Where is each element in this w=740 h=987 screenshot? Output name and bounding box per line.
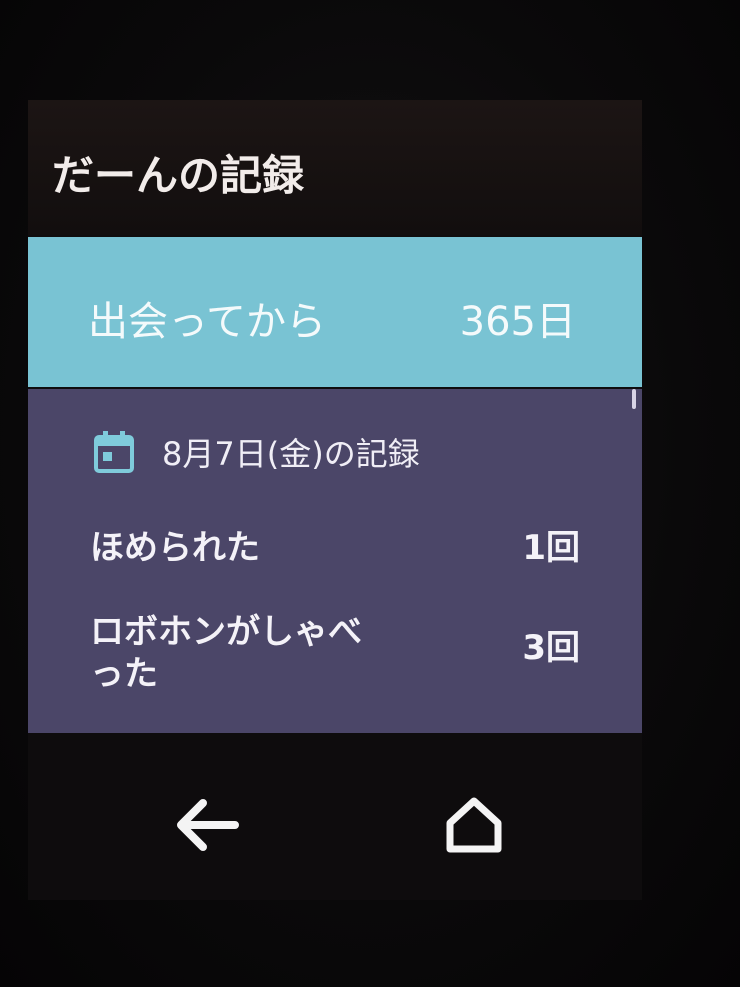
record-item-label: ロボホンがしゃべった xyxy=(90,612,362,694)
home-button[interactable] xyxy=(434,785,514,865)
days-since-meeting-card[interactable]: 出会ってから 365日 xyxy=(28,237,642,387)
navigation-bar xyxy=(28,733,642,900)
device-frame: だーんの記録 出会ってから 365日 8月7日(金)の記録 ほめられた 1回 ロ… xyxy=(0,0,740,987)
record-item-count: 3回 xyxy=(522,628,580,668)
record-item-count: 1回 xyxy=(522,528,580,568)
record-item-label: ほめられた xyxy=(90,528,260,568)
back-arrow-icon xyxy=(177,799,239,851)
record-date-heading: 8月7日(金)の記録 xyxy=(162,435,420,473)
back-button[interactable] xyxy=(166,785,246,865)
record-item-robohon-talked[interactable]: ロボホンがしゃべった 3回 xyxy=(90,611,580,701)
calendar-icon xyxy=(94,431,134,473)
scroll-indicator[interactable] xyxy=(632,389,636,409)
days-since-value: 365日 xyxy=(459,299,576,345)
app-bar: だーんの記録 xyxy=(28,100,642,235)
screen: だーんの記録 出会ってから 365日 8月7日(金)の記録 ほめられた 1回 ロ… xyxy=(28,100,642,900)
record-item-praised[interactable]: ほめられた 1回 xyxy=(90,527,580,577)
daily-record-panel[interactable]: 8月7日(金)の記録 ほめられた 1回 ロボホンがしゃべった 3回 xyxy=(28,389,642,733)
home-icon xyxy=(446,797,502,853)
record-header: 8月7日(金)の記録 xyxy=(94,427,420,477)
app-title: だーんの記録 xyxy=(52,151,305,200)
days-since-label: 出会ってから xyxy=(88,299,326,345)
